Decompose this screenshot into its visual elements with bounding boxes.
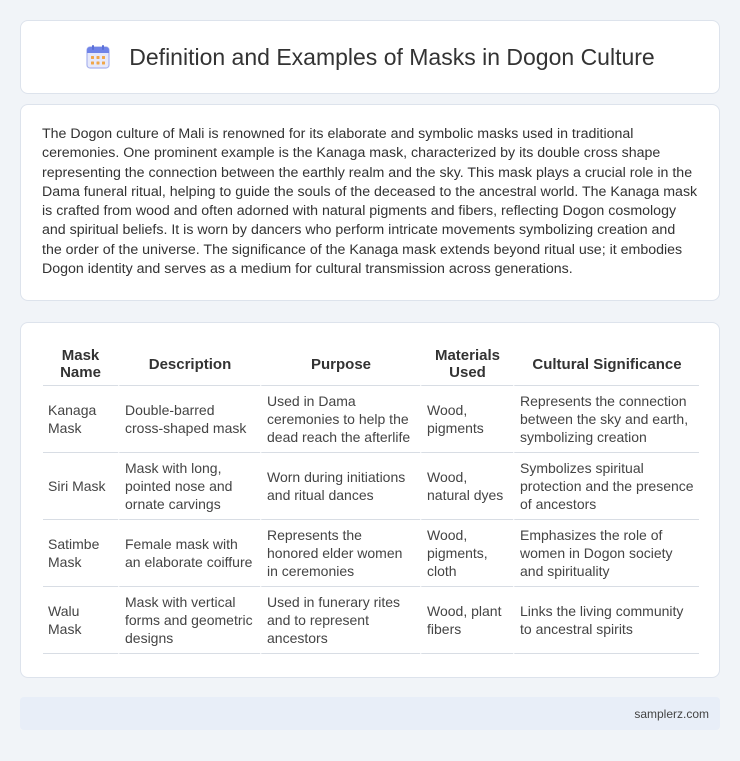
table-cell: Symbolizes spiritual protection and the …: [513, 453, 699, 520]
table-cell: Mask with long, pointed nose and ornate …: [118, 453, 260, 520]
column-header-purpose: Purpose: [260, 343, 420, 386]
table-cell: Mask with vertical forms and geometric d…: [118, 587, 260, 654]
column-header-significance: Cultural Significance: [513, 343, 699, 386]
table-row: Satimbe Mask Female mask with an elabora…: [43, 520, 699, 587]
masks-table: Mask Name Description Purpose Materials …: [43, 343, 699, 654]
page-title: Definition and Examples of Masks in Dogo…: [129, 43, 655, 70]
table-row: Siri Mask Mask with long, pointed nose a…: [43, 453, 699, 520]
table-cell: Siri Mask: [43, 453, 118, 520]
footer-bar: samplerz.com: [20, 697, 720, 730]
table-cell: Used in Dama ceremonies to help the dead…: [260, 386, 420, 453]
intro-paragraph: The Dogon culture of Mali is renowned fo…: [42, 126, 698, 278]
footer-site-link[interactable]: samplerz.com: [634, 707, 709, 721]
table-header-row: Mask Name Description Purpose Materials …: [43, 343, 699, 386]
table-cell: Kanaga Mask: [43, 386, 118, 453]
table-cell: Used in funerary rites and to represent …: [260, 587, 420, 654]
column-header-materials: Materials Used: [420, 343, 513, 386]
table-row: Walu Mask Mask with vertical forms and g…: [43, 587, 699, 654]
table-cell: Wood, natural dyes: [420, 453, 513, 520]
table-cell: Represents the honored elder women in ce…: [260, 520, 420, 587]
table-cell: Female mask with an elaborate coiffure: [118, 520, 260, 587]
title-card: Definition and Examples of Masks in Dogo…: [20, 20, 720, 94]
table-cell: Satimbe Mask: [43, 520, 118, 587]
table-row: Kanaga Mask Double-barred cross-shaped m…: [43, 386, 699, 453]
table-cell: Worn during initiations and ritual dance…: [260, 453, 420, 520]
intro-card: The Dogon culture of Mali is renowned fo…: [20, 104, 720, 301]
table-cell: Wood, pigments: [420, 386, 513, 453]
table-cell: Emphasizes the role of women in Dogon so…: [513, 520, 699, 587]
table-cell: Represents the connection between the sk…: [513, 386, 699, 453]
calendar-icon: [86, 45, 110, 69]
table-cell: Double-barred cross-shaped mask: [118, 386, 260, 453]
column-header-mask-name: Mask Name: [43, 343, 118, 386]
column-header-description: Description: [118, 343, 260, 386]
table-cell: Wood, plant fibers: [420, 587, 513, 654]
table-cell: Links the living community to ancestral …: [513, 587, 699, 654]
table-card: Mask Name Description Purpose Materials …: [20, 322, 720, 678]
table-cell: Walu Mask: [43, 587, 118, 654]
table-cell: Wood, pigments, cloth: [420, 520, 513, 587]
